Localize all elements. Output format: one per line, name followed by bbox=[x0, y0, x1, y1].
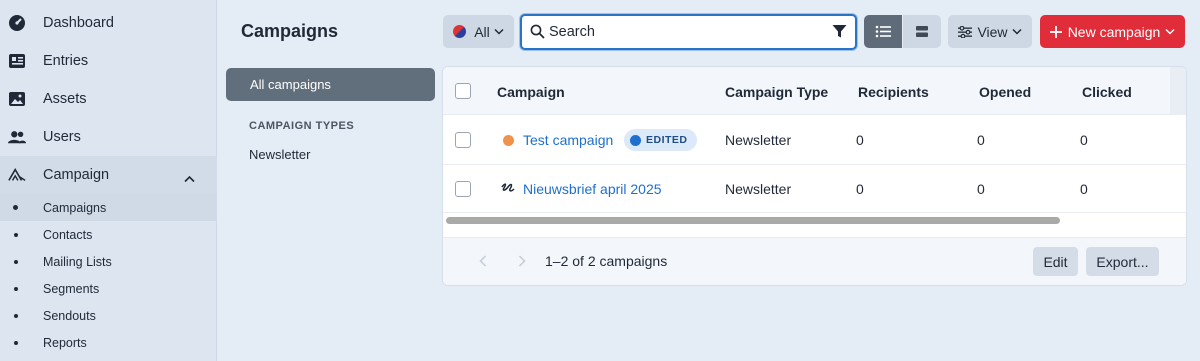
status-badge-label: EDITED bbox=[646, 134, 688, 146]
source-newsletter[interactable]: Newsletter bbox=[249, 147, 310, 162]
bullet-icon bbox=[14, 259, 18, 264]
source-all-campaigns[interactable]: All campaigns bbox=[226, 68, 435, 101]
table-row: Test campaign EDITED Newsletter 0 0 0 bbox=[443, 116, 1186, 165]
campaign-type-cell: Newsletter bbox=[725, 181, 792, 197]
sidebar-item-label: Assets bbox=[43, 91, 87, 107]
next-page-icon[interactable] bbox=[518, 254, 526, 270]
filter-icon[interactable] bbox=[832, 24, 847, 42]
sidebar-item-label: Users bbox=[43, 129, 81, 145]
new-campaign-label: New campaign bbox=[1067, 23, 1161, 40]
recipients-cell: 0 bbox=[856, 181, 864, 197]
sidebar: Dashboard Entries Assets Users Campaign … bbox=[0, 0, 217, 361]
sidebar-item-users[interactable]: Users bbox=[0, 118, 217, 156]
sidebar-subitem-segments[interactable]: Segments bbox=[0, 275, 217, 302]
sidebar-subitem-sendouts[interactable]: Sendouts bbox=[0, 302, 217, 329]
chevron-down-icon bbox=[1165, 28, 1175, 35]
sidebar-subitem-label: Sendouts bbox=[43, 308, 96, 323]
sidebar-item-campaign[interactable]: Campaign bbox=[0, 156, 217, 194]
row-checkbox[interactable] bbox=[455, 181, 471, 197]
chevron-up-icon[interactable] bbox=[184, 170, 195, 186]
sidebar-subitem-label: Reports bbox=[43, 335, 87, 350]
sidebar-item-label: Entries bbox=[43, 53, 89, 69]
chevron-down-icon bbox=[494, 28, 504, 35]
view-menu-label: View bbox=[977, 23, 1008, 40]
table-row: Nieuwsbrief april 2025 Newsletter 0 0 0 bbox=[443, 165, 1186, 213]
sidebar-item-entries[interactable]: Entries bbox=[0, 42, 217, 80]
users-icon bbox=[8, 128, 26, 146]
recipients-cell: 0 bbox=[856, 132, 864, 148]
search-input[interactable] bbox=[549, 22, 819, 42]
view-menu-button[interactable]: View bbox=[948, 15, 1032, 48]
sidebar-subitem-label: Contacts bbox=[43, 227, 93, 242]
column-header-opened[interactable]: Opened bbox=[979, 84, 1031, 100]
draft-icon bbox=[501, 181, 516, 198]
clicked-cell: 0 bbox=[1080, 181, 1088, 197]
column-header-campaign[interactable]: Campaign bbox=[497, 84, 565, 100]
entries-icon bbox=[8, 52, 26, 70]
select-all-checkbox[interactable] bbox=[455, 83, 471, 99]
sidebar-item-label: Dashboard bbox=[43, 15, 114, 31]
campaign-link[interactable]: Test campaign bbox=[523, 132, 613, 148]
search-box bbox=[520, 14, 857, 50]
sidebar-subitem-campaigns[interactable]: Campaigns bbox=[0, 194, 217, 221]
site-menu-label: All bbox=[474, 23, 490, 40]
opened-cell: 0 bbox=[977, 132, 985, 148]
sidebar-subitem-contacts[interactable]: Contacts bbox=[0, 221, 217, 248]
clicked-cell: 0 bbox=[1080, 132, 1088, 148]
site-flag-icon bbox=[453, 25, 467, 38]
row-checkbox[interactable] bbox=[455, 132, 471, 148]
column-header-campaign-type[interactable]: Campaign Type bbox=[725, 84, 828, 100]
list-icon bbox=[875, 25, 891, 38]
new-campaign-button[interactable]: New campaign bbox=[1040, 15, 1185, 48]
status-dot-icon bbox=[503, 135, 514, 146]
view-table-button[interactable] bbox=[864, 15, 902, 48]
search-icon bbox=[530, 24, 545, 42]
prev-page-icon[interactable] bbox=[479, 254, 487, 270]
status-badge: EDITED bbox=[624, 129, 697, 151]
sidebar-subitem-mailing-lists[interactable]: Mailing Lists bbox=[0, 248, 217, 275]
source-heading: CAMPAIGN TYPES bbox=[249, 120, 355, 132]
structure-icon bbox=[916, 26, 928, 37]
campaign-icon bbox=[8, 166, 26, 184]
pagination-info: 1–2 of 2 campaigns bbox=[545, 253, 668, 269]
edit-button[interactable]: Edit bbox=[1033, 247, 1078, 276]
column-header-recipients[interactable]: Recipients bbox=[858, 84, 929, 100]
bullet-icon bbox=[14, 232, 18, 237]
bullet-icon bbox=[14, 340, 18, 345]
page-title: Campaigns bbox=[241, 21, 339, 41]
site-menu-button[interactable]: All bbox=[443, 15, 514, 48]
campaign-type-cell: Newsletter bbox=[725, 132, 792, 148]
plus-icon bbox=[1049, 25, 1062, 38]
sidebar-subitem-label: Mailing Lists bbox=[43, 254, 112, 269]
assets-icon bbox=[8, 90, 26, 108]
sidebar-item-label: Campaign bbox=[43, 167, 110, 183]
view-structure-button[interactable] bbox=[903, 15, 941, 48]
edit-icon bbox=[630, 134, 641, 146]
sidebar-subitem-label: Campaigns bbox=[43, 200, 107, 215]
bullet-icon bbox=[14, 286, 18, 291]
dashboard-icon bbox=[8, 14, 26, 32]
column-overflow-edge bbox=[1170, 67, 1186, 115]
sidebar-item-dashboard[interactable]: Dashboard bbox=[0, 4, 217, 42]
opened-cell: 0 bbox=[977, 181, 985, 197]
table-header: Campaign Campaign Type Recipients Opened… bbox=[443, 67, 1186, 115]
sidebar-subitem-label: Segments bbox=[43, 281, 100, 296]
sidebar-subitem-reports[interactable]: Reports bbox=[0, 329, 217, 356]
sidebar-item-assets[interactable]: Assets bbox=[0, 80, 217, 118]
column-header-clicked[interactable]: Clicked bbox=[1082, 84, 1132, 100]
horizontal-scrollbar[interactable] bbox=[446, 217, 1060, 224]
sliders-icon bbox=[958, 25, 973, 38]
chevron-down-icon bbox=[1012, 28, 1022, 35]
bullet-icon bbox=[14, 313, 18, 318]
campaigns-table: Campaign Campaign Type Recipients Opened… bbox=[443, 67, 1186, 285]
campaign-link[interactable]: Nieuwsbrief april 2025 bbox=[523, 181, 662, 197]
export-button[interactable]: Export... bbox=[1086, 247, 1159, 276]
table-footer: 1–2 of 2 campaigns Edit Export... bbox=[443, 237, 1186, 285]
bullet-icon bbox=[13, 205, 18, 210]
